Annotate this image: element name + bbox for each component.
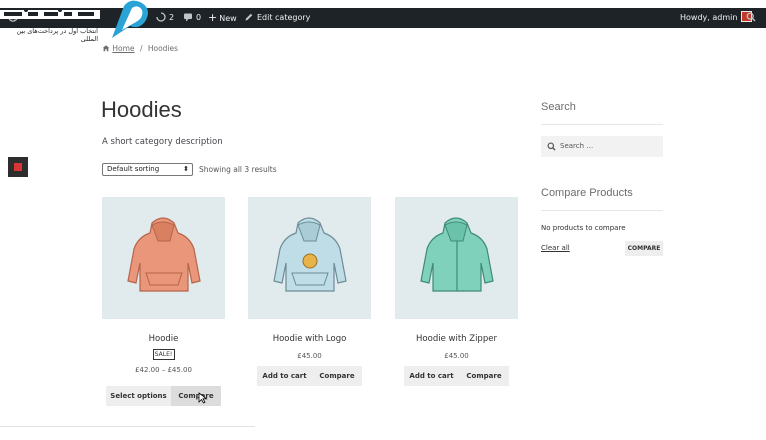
footer-divider bbox=[0, 426, 255, 427]
category-description: A short category description bbox=[102, 137, 223, 147]
product-name[interactable]: Hoodie with Logo bbox=[248, 334, 371, 344]
product-price: £45.00 bbox=[297, 352, 322, 360]
chevron-down-icon: ⬍ bbox=[183, 165, 189, 173]
hoodie-with-zipper-image[interactable] bbox=[395, 197, 518, 319]
admin-search-icon[interactable] bbox=[746, 8, 759, 28]
floating-side-tab[interactable] bbox=[8, 157, 28, 177]
plus-icon: + bbox=[208, 11, 218, 24]
compare-products-button[interactable]: COMPARE bbox=[625, 241, 663, 256]
clear-all-link[interactable]: Clear all bbox=[541, 244, 570, 252]
product-card-hoodie: Hoodie SALE! £42.00 – £45.00 bbox=[102, 197, 225, 374]
product-price: £42.00 – £45.00 bbox=[135, 366, 192, 374]
brand-tagline: انتخاب اول در پرداخت‌های بین المللی bbox=[16, 27, 98, 43]
product-actions-hoodie-with-zipper: Add to cart Compare bbox=[404, 366, 509, 386]
sale-badge: SALE! bbox=[152, 349, 175, 360]
comments-item[interactable]: 0 bbox=[183, 8, 201, 28]
new-content-button[interactable]: + New bbox=[208, 8, 237, 28]
result-count: Showing all 3 results bbox=[199, 165, 277, 174]
comment-icon bbox=[184, 13, 192, 22]
compare-button[interactable]: Compare bbox=[171, 386, 221, 406]
search-placeholder: Search … bbox=[560, 142, 594, 150]
comments-count: 0 bbox=[196, 13, 202, 22]
breadcrumb-home-link[interactable]: Home bbox=[112, 44, 134, 53]
product-name[interactable]: Hoodie with Zipper bbox=[395, 334, 518, 344]
pencil-icon bbox=[245, 13, 253, 21]
new-label: New bbox=[219, 14, 237, 23]
product-name[interactable]: Hoodie bbox=[102, 334, 225, 344]
hoodie-image[interactable] bbox=[102, 197, 225, 319]
search-icon bbox=[547, 142, 556, 151]
updates-count: 2 bbox=[169, 13, 175, 22]
breadcrumb: Home / Hoodies bbox=[102, 44, 178, 53]
page-title: Hoodies bbox=[101, 97, 182, 122]
add-to-cart-button[interactable]: Add to cart bbox=[404, 366, 459, 386]
breadcrumb-current: Hoodies bbox=[147, 44, 179, 53]
search-input[interactable]: Search … bbox=[541, 136, 663, 157]
sorting-select[interactable]: Default sorting ⬍ bbox=[102, 163, 193, 176]
edit-category-label: Edit category bbox=[257, 13, 311, 22]
compare-button[interactable]: Compare bbox=[459, 366, 509, 386]
no-products-text: No products to compare bbox=[541, 224, 626, 232]
widget-divider bbox=[541, 124, 663, 125]
add-to-cart-button[interactable]: Add to cart bbox=[257, 366, 312, 386]
home-icon bbox=[102, 45, 110, 52]
product-actions-hoodie-with-logo: Add to cart Compare bbox=[257, 366, 362, 386]
search-widget-title: Search bbox=[541, 101, 576, 113]
product-card-hoodie-with-zipper: Hoodie with Zipper £45.00 bbox=[395, 197, 518, 360]
select-options-button[interactable]: Select options bbox=[106, 386, 171, 406]
sorting-value: Default sorting bbox=[107, 165, 160, 173]
howdy-label: Howdy, admin bbox=[680, 13, 738, 22]
hoodie-with-logo-image[interactable] bbox=[248, 197, 371, 319]
compare-button[interactable]: Compare bbox=[312, 366, 362, 386]
account-menu[interactable]: Howdy, admin bbox=[680, 8, 753, 28]
product-card-hoodie-with-logo: Hoodie with Logo £45.00 bbox=[248, 197, 371, 360]
product-price: £45.00 bbox=[444, 352, 469, 360]
edit-category-link[interactable]: Edit category bbox=[244, 8, 310, 28]
watermark-logo: انتخاب اول در پرداخت‌های بین المللی bbox=[0, 0, 160, 44]
square-icon bbox=[14, 163, 22, 171]
cursor-icon bbox=[198, 392, 208, 404]
breadcrumb-separator: / bbox=[139, 44, 143, 53]
compare-widget-title: Compare Products bbox=[541, 187, 633, 199]
widget-divider bbox=[541, 210, 663, 211]
